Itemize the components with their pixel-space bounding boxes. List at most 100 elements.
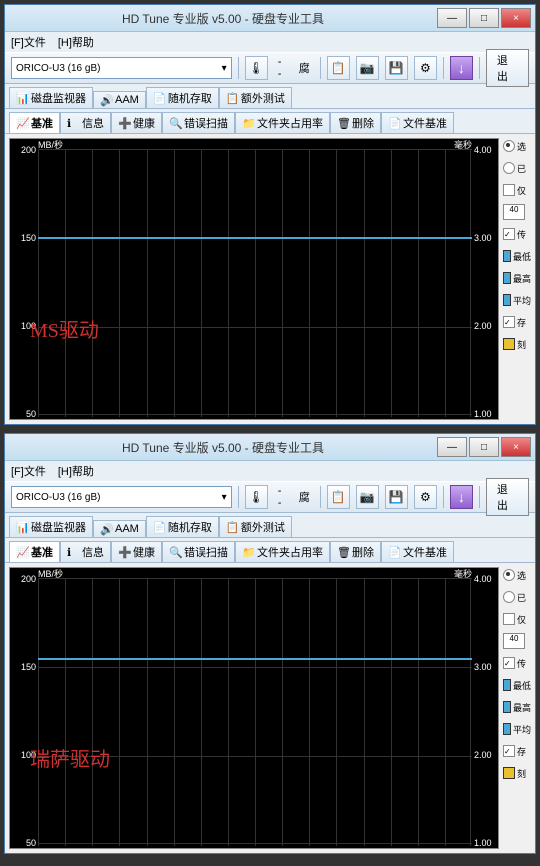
check-access[interactable] [503, 316, 515, 328]
temp-value: -- [278, 485, 285, 509]
random-icon: 📄 [153, 92, 165, 104]
close-button[interactable]: × [501, 8, 531, 28]
start-button[interactable]: ↓ [450, 485, 473, 509]
exit-button[interactable]: 退出 [486, 478, 529, 516]
thermometer-icon[interactable]: 🌡 [245, 56, 268, 80]
bench-icon: 📈 [16, 117, 28, 129]
tab-health[interactable]: ➕健康 [111, 112, 162, 133]
tab-folder-usage[interactable]: 📁文件夹占用率 [235, 541, 330, 562]
tab-erase[interactable]: 🗑删除 [330, 541, 381, 562]
tab-folder-usage[interactable]: 📁文件夹占用率 [235, 112, 330, 133]
filebench-icon: 📄 [388, 546, 400, 558]
scan-icon: 🔍 [169, 546, 181, 558]
side-panel: 选 已 仅 40 传 最低 最高 平均 存 刻 [499, 138, 531, 420]
erase-icon: 🗑 [337, 117, 349, 129]
menu-file[interactable]: [F]文件 [11, 34, 46, 50]
tab-disk-monitor[interactable]: 📊磁盘监视器 [9, 87, 93, 108]
hdtune-window-1: HD Tune 专业版 v5.00 - 硬盘专业工具 — □ × [F]文件 [… [4, 4, 536, 425]
separator [238, 57, 239, 79]
chart-grid [38, 149, 472, 417]
transfer-rate-line [38, 237, 472, 239]
chart-grid [38, 578, 472, 846]
tab-health[interactable]: ➕健康 [111, 541, 162, 562]
radio-write[interactable] [503, 591, 515, 603]
minimize-button[interactable]: — [437, 437, 467, 457]
temp-unit: 腐 [299, 489, 310, 505]
minimize-button[interactable]: — [437, 8, 467, 28]
tab-file-benchmark[interactable]: 📄文件基准 [381, 541, 454, 562]
chevron-down-icon: ▾ [222, 492, 227, 503]
check-only[interactable] [503, 184, 515, 196]
separator [238, 486, 239, 508]
toolbar: ORICO-U3 (16 gB) ▾ 🌡 -- 腐 📋 📷 💾 ⚙ ↓ 退出 [5, 52, 535, 84]
tab-random-access[interactable]: 📄随机存取 [146, 87, 219, 108]
exit-button[interactable]: 退出 [486, 49, 529, 87]
speaker-icon: 🔊 [100, 94, 112, 106]
tab-error-scan[interactable]: 🔍错误扫描 [162, 541, 235, 562]
content-area: MB/秒 毫秒 200 150 100 50 4.00 3.00 2.00 1.… [5, 563, 535, 853]
radio-read[interactable] [503, 140, 515, 152]
menu-help[interactable]: [H]帮助 [58, 34, 94, 50]
separator [479, 486, 480, 508]
color-max-icon [503, 272, 511, 284]
tab-extra-tests[interactable]: 📋额外测试 [219, 516, 292, 537]
options-icon[interactable]: ⚙ [414, 485, 437, 509]
chevron-down-icon: ▾ [222, 63, 227, 74]
random-icon: 📄 [153, 521, 165, 533]
save-icon[interactable]: 💾 [385, 485, 408, 509]
erase-icon: 🗑 [337, 546, 349, 558]
tab-erase[interactable]: 🗑删除 [330, 112, 381, 133]
benchmark-chart: MB/秒 毫秒 200 150 100 50 4.00 3.00 2.00 1.… [9, 567, 499, 849]
check-only[interactable] [503, 613, 515, 625]
value-box[interactable]: 40 [503, 633, 525, 649]
tab-info[interactable]: ℹ信息 [60, 541, 111, 562]
titlebar[interactable]: HD Tune 专业版 v5.00 - 硬盘专业工具 — □ × [5, 5, 535, 32]
options-icon[interactable]: ⚙ [414, 56, 437, 80]
monitor-icon: 📊 [16, 92, 28, 104]
copy-icon[interactable]: 📋 [327, 56, 350, 80]
y-axis-right: 4.00 3.00 2.00 1.00 [474, 574, 496, 848]
tab-benchmark[interactable]: 📈基准 [9, 541, 60, 562]
tab-info[interactable]: ℹ信息 [60, 112, 111, 133]
side-panel: 选 已 仅 40 传 最低 最高 平均 存 刻 [499, 567, 531, 849]
screenshot-icon[interactable]: 📷 [356, 485, 379, 509]
radio-read[interactable] [503, 569, 515, 581]
menu-help[interactable]: [H]帮助 [58, 463, 94, 479]
drive-select[interactable]: ORICO-U3 (16 gB) ▾ [11, 57, 232, 79]
y-axis-left: 200 150 100 50 [12, 145, 38, 419]
close-button[interactable]: × [501, 437, 531, 457]
thermometer-icon[interactable]: 🌡 [245, 485, 268, 509]
tab-extra-tests[interactable]: 📋额外测试 [219, 87, 292, 108]
radio-write[interactable] [503, 162, 515, 174]
tab-aam[interactable]: 🔊AAM [93, 91, 146, 108]
drive-select[interactable]: ORICO-U3 (16 gB) ▾ [11, 486, 232, 508]
check-access[interactable] [503, 745, 515, 757]
titlebar[interactable]: HD Tune 专业版 v5.00 - 硬盘专业工具 — □ × [5, 434, 535, 461]
extra-icon: 📋 [226, 521, 238, 533]
tab-error-scan[interactable]: 🔍错误扫描 [162, 112, 235, 133]
maximize-button[interactable]: □ [469, 8, 499, 28]
tab-benchmark[interactable]: 📈基准 [9, 112, 60, 133]
benchmark-chart: MB/秒 毫秒 200 150 100 50 4.00 3.00 2.00 1.… [9, 138, 499, 420]
window-title: HD Tune 专业版 v5.00 - 硬盘专业工具 [9, 439, 437, 456]
start-button[interactable]: ↓ [450, 56, 473, 80]
window-title: HD Tune 专业版 v5.00 - 硬盘专业工具 [9, 10, 437, 27]
monitor-icon: 📊 [16, 521, 28, 533]
maximize-button[interactable]: □ [469, 437, 499, 457]
tab-aam[interactable]: 🔊AAM [93, 520, 146, 537]
color-max-icon [503, 701, 511, 713]
check-transfer[interactable] [503, 228, 515, 240]
screenshot-icon[interactable]: 📷 [356, 56, 379, 80]
tab-row-2: 📈基准 ℹ信息 ➕健康 🔍错误扫描 📁文件夹占用率 🗑删除 📄文件基准 [5, 538, 535, 563]
tab-disk-monitor[interactable]: 📊磁盘监视器 [9, 516, 93, 537]
menu-file[interactable]: [F]文件 [11, 463, 46, 479]
copy-icon[interactable]: 📋 [327, 485, 350, 509]
check-transfer[interactable] [503, 657, 515, 669]
filebench-icon: 📄 [388, 117, 400, 129]
color-avg-icon [503, 723, 511, 735]
save-icon[interactable]: 💾 [385, 56, 408, 80]
tab-file-benchmark[interactable]: 📄文件基准 [381, 112, 454, 133]
temp-value: -- [278, 56, 285, 80]
tab-random-access[interactable]: 📄随机存取 [146, 516, 219, 537]
value-box[interactable]: 40 [503, 204, 525, 220]
